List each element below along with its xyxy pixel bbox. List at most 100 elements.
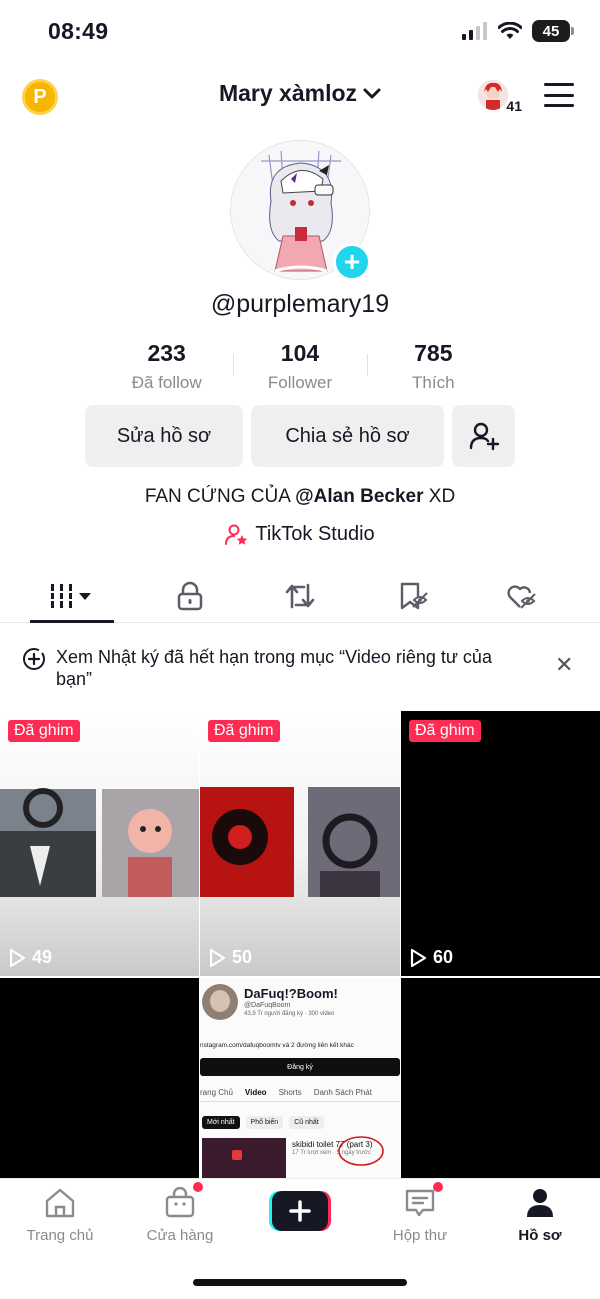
profile-bio: FAN CỨNG CỦA @Alan Becker XD (0, 486, 600, 508)
notice-text: Xem Nhật ký đã hết hạn trong mục “Video … (56, 647, 492, 689)
video-thumbnail[interactable]: DaFuq!?Boom! @DaFuqBoom 43,9 Tr người đă… (200, 978, 400, 1178)
stat-value: 104 (280, 340, 320, 366)
close-icon[interactable]: ✕ (555, 652, 573, 678)
pinned-badge: Đã ghim (8, 720, 80, 742)
friends-button[interactable]: 41 (478, 78, 522, 116)
view-count-value: 60 (433, 947, 454, 967)
friend-count: 41 (506, 98, 522, 114)
play-icon (410, 948, 427, 967)
view-count-value: 50 (232, 947, 253, 967)
channel-tab: rang Chủ (200, 1088, 233, 1097)
profile-icon (527, 1189, 553, 1217)
status-icons: 45 (462, 20, 574, 42)
thumbnail-image (200, 711, 400, 976)
stat-value: 785 (414, 340, 453, 366)
friend-avatar (478, 80, 508, 110)
studio-label: TikTok Studio (255, 523, 375, 545)
subscribe-pill: Đăng ký (200, 1058, 400, 1076)
view-count: 50 (208, 947, 252, 968)
lock-icon (177, 581, 203, 610)
video-thumbnail[interactable]: Đã ghim 50 (200, 711, 400, 976)
profile-tabs (0, 568, 600, 623)
bookmark-hidden-icon (400, 582, 428, 609)
add-avatar-button[interactable]: + (333, 243, 371, 281)
tab-favorites[interactable] (373, 568, 453, 623)
heart-hidden-icon (507, 584, 536, 609)
shop-notification-dot (193, 1182, 203, 1192)
expired-stories-notice[interactable]: Xem Nhật ký đã hết hạn trong mục “Video … (22, 646, 582, 690)
status-time: 08:49 (48, 18, 109, 44)
stat-value: 233 (147, 340, 186, 366)
nav-inbox[interactable]: Hộp thư (370, 1187, 470, 1244)
plus-icon (269, 1191, 331, 1231)
tab-private[interactable] (150, 568, 230, 623)
video-thumbnail[interactable] (0, 978, 199, 1178)
pinned-badge: Đã ghim (208, 720, 280, 742)
channel-tab: Video (244, 1088, 267, 1097)
nav-shop[interactable]: Cửa hàng (130, 1186, 230, 1244)
nav-home[interactable]: Trang chủ (10, 1187, 110, 1244)
edit-profile-button[interactable]: Sửa hồ sơ (85, 405, 243, 467)
tab-videos[interactable] (32, 568, 112, 623)
nav-label: Cửa hàng (146, 1227, 214, 1244)
stat-followers[interactable]: 104 Follower (233, 340, 366, 393)
username: Mary xàmloz (218, 80, 358, 106)
view-count-value: 49 (32, 947, 53, 967)
creator-star-icon (225, 524, 248, 545)
view-count: 60 (409, 947, 453, 968)
stat-label: Đã follow (131, 373, 202, 392)
channel-tab: Shorts (278, 1088, 302, 1097)
stat-label: Thích (412, 373, 455, 392)
wifi-icon (498, 22, 522, 39)
share-profile-button[interactable]: Chia sẻ hồ sơ (251, 405, 444, 467)
channel-handle: @DaFuqBoom (244, 1002, 291, 1009)
filter-chip: Mới nhất (202, 1116, 240, 1129)
home-icon (45, 1188, 75, 1218)
filter-chip: Cũ nhất (289, 1116, 324, 1129)
tab-liked[interactable] (482, 568, 562, 623)
stat-following[interactable]: 233 Đã follow (100, 340, 233, 393)
video-thumbnail[interactable] (401, 978, 600, 1178)
active-tab-indicator (30, 620, 114, 623)
video-thumbnail[interactable]: Đã ghim 49 (0, 711, 199, 976)
nav-label: Hộp thư (392, 1227, 448, 1244)
chevron-down-icon (363, 88, 381, 98)
bio-mention[interactable]: @Alan Becker (295, 486, 423, 507)
tab-reposts[interactable] (260, 568, 340, 623)
inbox-icon (405, 1189, 435, 1217)
stat-label: Follower (267, 373, 333, 392)
channel-link: nstagram.com/dafuqboomtv và 2 đường liên… (200, 1042, 354, 1049)
channel-subs: 43,9 Tr người đăng ký · 300 video (244, 1011, 335, 1017)
create-button[interactable] (269, 1191, 331, 1231)
nav-label: Trang chủ (26, 1227, 94, 1244)
tiktok-studio-link[interactable]: TikTok Studio (0, 523, 600, 552)
home-indicator (193, 1279, 407, 1286)
shopping-bag-icon (165, 1186, 195, 1218)
pinned-badge: Đã ghim (409, 720, 481, 742)
thumbnail-image (0, 711, 199, 976)
video-preview (202, 1138, 286, 1178)
add-user-icon (469, 422, 499, 451)
channel-name: DaFuq!?Boom! (244, 986, 338, 1001)
profile-handle: @purplemary19 (210, 290, 390, 318)
play-icon (9, 948, 26, 967)
stat-likes[interactable]: 785 Thích (366, 340, 500, 393)
add-circle-icon (23, 648, 45, 670)
bio-text: FAN CỨNG CỦA (144, 486, 296, 507)
battery-icon: 45 (532, 20, 574, 42)
play-icon (209, 948, 226, 967)
signal-icon (462, 22, 487, 40)
nav-label: Hồ sơ (518, 1227, 562, 1244)
inbox-notification-dot (433, 1182, 443, 1192)
bio-suffix: XD (423, 486, 456, 507)
add-friend-button[interactable] (452, 405, 515, 467)
circle-annotation (338, 1136, 384, 1166)
grid-icon (49, 583, 91, 608)
view-count: 49 (8, 947, 52, 968)
channel-filters: Mới nhất Phổ biến Cũ nhất (202, 1116, 324, 1129)
channel-avatar (202, 984, 238, 1020)
nav-profile[interactable]: Hồ sơ (490, 1187, 590, 1244)
menu-icon[interactable] (544, 83, 574, 107)
profile-stats: 233 Đã follow 104 Follower 785 Thích (100, 340, 500, 393)
video-thumbnail[interactable]: Đã ghim 60 (401, 711, 600, 976)
